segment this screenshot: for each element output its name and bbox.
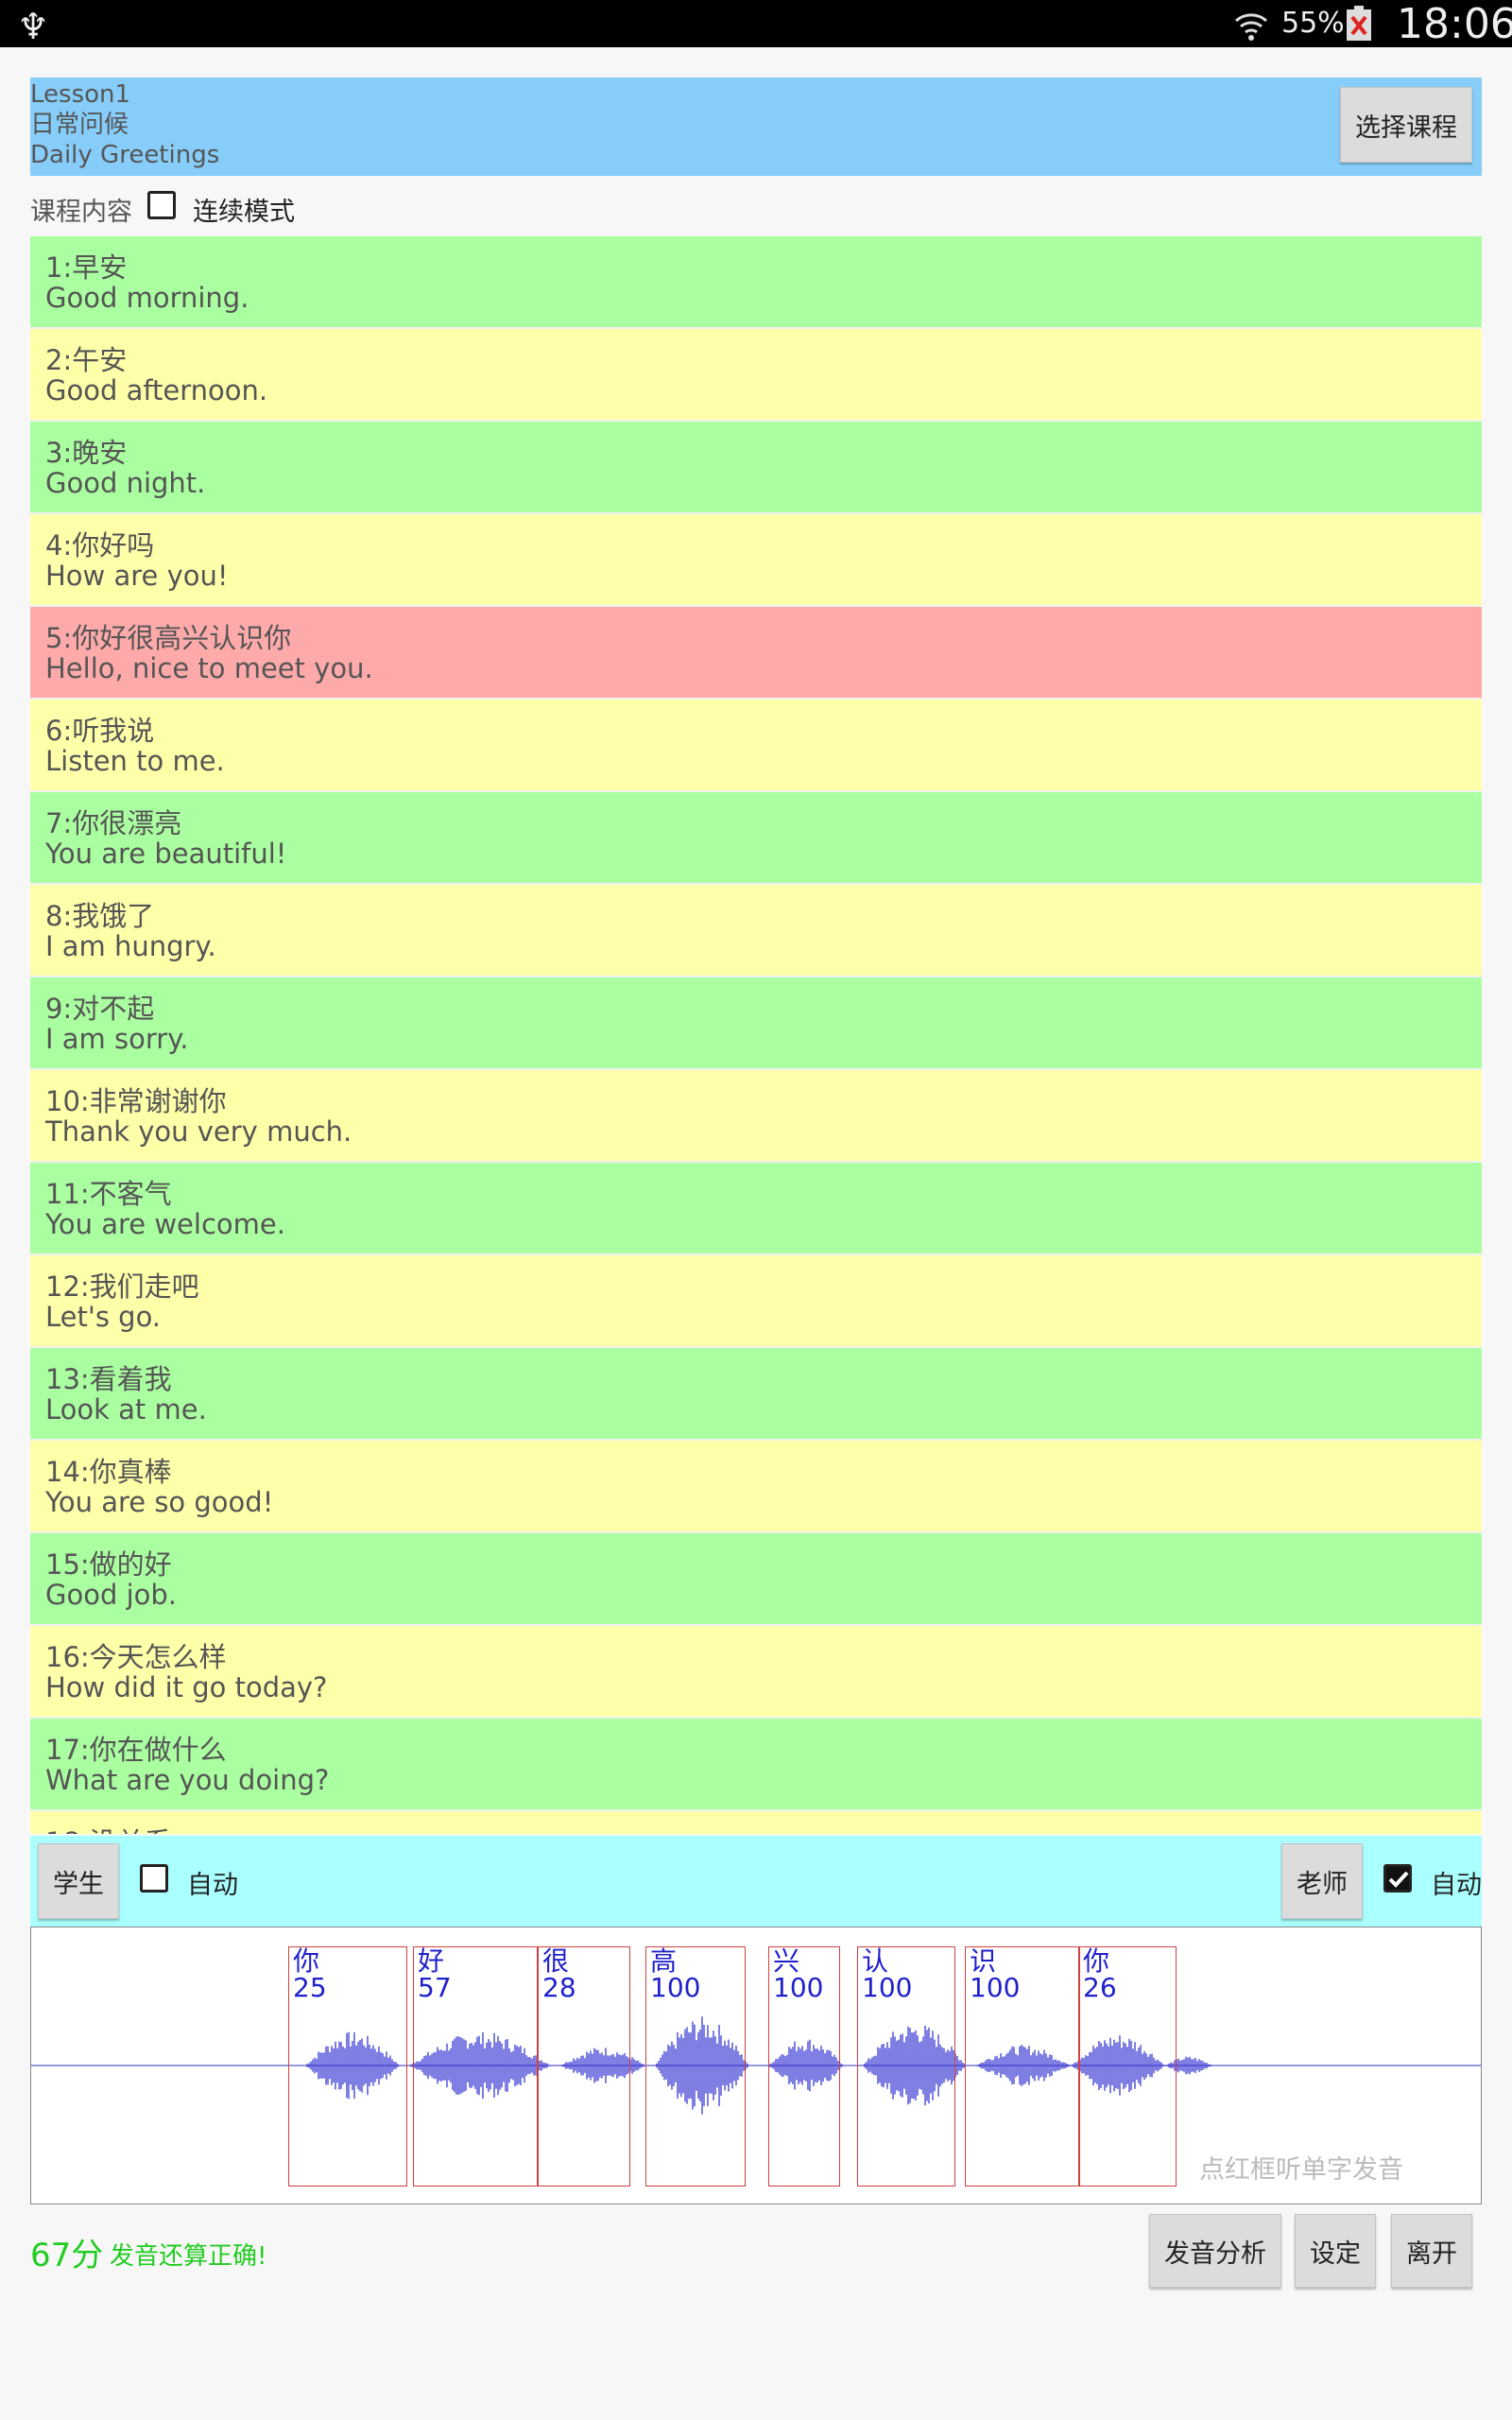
lesson-item[interactable]: 13:看着我 Look at me.: [30, 1348, 1482, 1441]
lesson-item-chinese: 15:做的好: [45, 1548, 172, 1581]
syllable-box[interactable]: 好 57: [413, 1946, 538, 2187]
lesson-item-english: I am sorry.: [45, 1023, 189, 1055]
lesson-item[interactable]: 12:我们走吧 Let's go.: [30, 1255, 1482, 1348]
pronunciation-analysis-button[interactable]: 发音分析: [1149, 2214, 1281, 2288]
lesson-item-chinese: 1:早安: [45, 251, 128, 284]
syllable-box[interactable]: 认 100: [857, 1946, 955, 2187]
waveform-hint: 点红框听单字发音: [1199, 2155, 1403, 2185]
lesson-item-english: Look at me.: [45, 1393, 207, 1426]
syllable-score: 25: [293, 1972, 327, 2003]
lesson-item-english: Hello, nice to meet you.: [45, 652, 373, 684]
student-button[interactable]: 学生: [38, 1843, 119, 1919]
syllable-box[interactable]: 高 100: [645, 1946, 746, 2187]
lesson-item-chinese: 12:我们走吧: [45, 1270, 199, 1303]
lesson-item-chinese: 18:没关系: [45, 1821, 172, 1834]
lesson-item-english: How did it go today?: [45, 1671, 328, 1703]
lesson-item[interactable]: 15:做的好 Good job.: [30, 1533, 1482, 1626]
syllable-score: 100: [862, 1972, 913, 2003]
lesson-item[interactable]: 17:你在做什么 What are you doing?: [30, 1719, 1482, 1811]
playback-controls: 学生 自动 老师 自动: [30, 1836, 1482, 1927]
syllable-score: 57: [418, 1972, 452, 2003]
syllable-score: 26: [1083, 1972, 1117, 2003]
continuous-mode-checkbox[interactable]: [147, 191, 176, 219]
lesson-item-chinese: 2:午安: [45, 344, 128, 376]
lesson-item-english: Thank you very much.: [45, 1115, 352, 1148]
pronunciation-verdict: 发音还算正确!: [110, 2242, 267, 2271]
syllable-box[interactable]: 很 28: [538, 1946, 630, 2187]
lesson-item-english: Good morning.: [45, 282, 249, 314]
syllable-box[interactable]: 你 26: [1078, 1946, 1177, 2187]
lesson-item-chinese: 3:晚安: [45, 437, 128, 469]
course-content-label: 课程内容: [30, 198, 132, 227]
lesson-item[interactable]: 10:非常谢谢你 Thank you very much.: [30, 1070, 1482, 1163]
lesson-item-chinese: 17:你在做什么: [45, 1734, 227, 1766]
lesson-item-chinese: 8:我饿了: [45, 900, 155, 932]
lesson-header: Lesson1 日常问候 Daily Greetings 选择课程: [30, 78, 1482, 176]
syllable-score: 100: [773, 1972, 824, 2003]
lesson-number: Lesson1: [30, 80, 131, 109]
lesson-item-chinese: 9:对不起: [45, 993, 155, 1025]
exit-button[interactable]: 离开: [1391, 2214, 1472, 2288]
lesson-item-chinese: 4:你好吗: [45, 529, 155, 562]
student-auto-label: 自动: [187, 1871, 238, 1900]
lesson-item[interactable]: 1:早安 Good morning.: [30, 236, 1482, 329]
lesson-item[interactable]: 5:你好很高兴认识你 Hello, nice to meet you.: [30, 607, 1482, 700]
lesson-item-chinese: 10:非常谢谢你: [45, 1085, 227, 1117]
waveform-panel[interactable]: 点红框听单字发音 你 25 好 57 很 28 高 100 兴 100 认 100 识 100 你 26: [30, 1927, 1482, 2204]
select-course-button[interactable]: 选择课程: [1340, 87, 1472, 163]
lesson-item-chinese: 6:听我说: [45, 715, 155, 747]
lesson-item[interactable]: 8:我饿了 I am hungry.: [30, 885, 1482, 977]
student-auto-checkbox[interactable]: [140, 1864, 168, 1893]
lesson-item-english: Listen to me.: [45, 745, 225, 777]
teacher-button[interactable]: 老师: [1281, 1843, 1363, 1919]
battery-icon: [1347, 6, 1371, 41]
lesson-item[interactable]: 4:你好吗 How are you!: [30, 514, 1482, 607]
lesson-item[interactable]: 18:没关系: [30, 1811, 1482, 1834]
battery-percent: 55%: [1281, 7, 1345, 40]
syllable-score: 28: [542, 1972, 576, 2003]
usb-icon: ♆: [17, 6, 50, 47]
check-icon: [1388, 1871, 1409, 1888]
lesson-item-english: What are you doing?: [45, 1764, 330, 1796]
clock: 18:06: [1397, 0, 1512, 48]
lesson-item-chinese: 5:你好很高兴认识你: [45, 622, 292, 654]
lesson-item-chinese: 7:你很漂亮: [45, 807, 182, 839]
lesson-item-english: Good job.: [45, 1579, 178, 1611]
lesson-item[interactable]: 3:晚安 Good night.: [30, 422, 1482, 514]
lesson-item-english: I am hungry.: [45, 930, 216, 962]
lesson-item-english: Good afternoon.: [45, 374, 268, 406]
lesson-item-english: You are so good!: [45, 1486, 274, 1518]
syllable-score: 100: [650, 1972, 701, 2003]
lesson-item-chinese: 14:你真棒: [45, 1456, 172, 1488]
lesson-item[interactable]: 9:对不起 I am sorry.: [30, 977, 1482, 1070]
lesson-item[interactable]: 11:不客气 You are welcome.: [30, 1163, 1482, 1255]
lesson-title-cn: 日常问候: [30, 111, 129, 139]
wifi-icon: [1235, 13, 1267, 41]
lesson-item[interactable]: 6:听我说 Listen to me.: [30, 700, 1482, 792]
status-bar: ♆ 55% 18:06: [0, 0, 1512, 48]
lesson-list[interactable]: 1:早安 Good morning. 2:午安 Good afternoon. 3:晚安…: [30, 236, 1482, 1834]
lesson-item[interactable]: 7:你很漂亮 You are beautiful!: [30, 792, 1482, 885]
lesson-item-english: You are beautiful!: [45, 838, 287, 870]
syllable-box[interactable]: 识 100: [965, 1946, 1080, 2187]
settings-button[interactable]: 设定: [1295, 2214, 1376, 2288]
lesson-item[interactable]: 16:今天怎么样 How did it go today?: [30, 1626, 1482, 1719]
teacher-auto-label: 自动: [1431, 1871, 1482, 1900]
lesson-item-chinese: 13:看着我: [45, 1363, 172, 1395]
lesson-item-english: You are welcome.: [45, 1208, 285, 1240]
lesson-item-english: Let's go.: [45, 1301, 162, 1333]
lesson-item-english: How are you!: [45, 560, 229, 592]
syllable-box[interactable]: 兴 100: [768, 1946, 840, 2187]
continuous-mode-label: 连续模式: [193, 198, 295, 227]
lesson-item[interactable]: 14:你真棒 You are so good!: [30, 1441, 1482, 1533]
syllable-score: 100: [970, 1972, 1021, 2003]
lesson-item-english: Good night.: [45, 467, 206, 499]
teacher-auto-checkbox[interactable]: [1383, 1864, 1412, 1893]
lesson-item-chinese: 16:今天怎么样: [45, 1641, 227, 1673]
lesson-item[interactable]: 2:午安 Good afternoon.: [30, 329, 1482, 422]
pronunciation-score: 67分: [30, 2237, 104, 2274]
syllable-box[interactable]: 你 25: [288, 1946, 407, 2187]
lesson-item-chinese: 11:不客气: [45, 1178, 172, 1210]
lesson-title-en: Daily Greetings: [30, 141, 220, 169]
